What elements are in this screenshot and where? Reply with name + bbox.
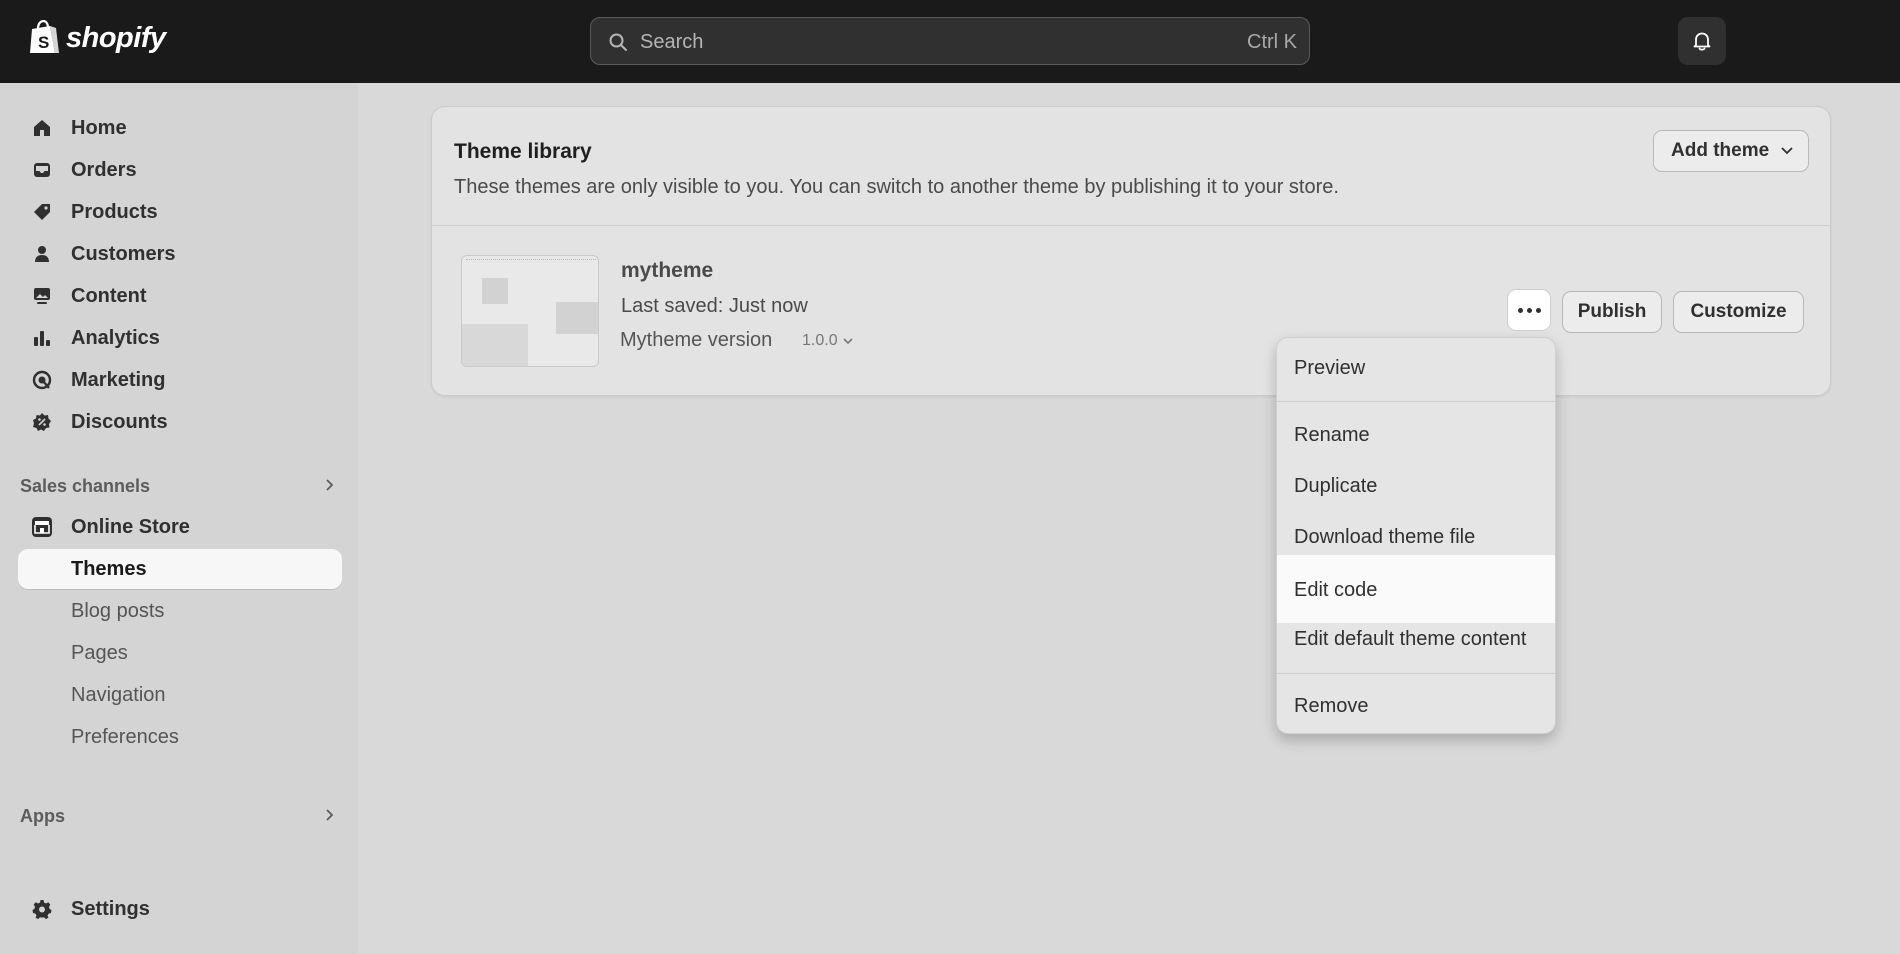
sidebar-item-marketing[interactable]: Marketing (18, 360, 342, 400)
sidebar-item-online-store[interactable]: Online Store (18, 507, 342, 547)
tag-icon (31, 201, 53, 223)
svg-text:S: S (38, 33, 49, 52)
sidebar-item-label: Blog posts (71, 600, 165, 622)
bar-chart-icon (31, 327, 53, 349)
sidebar-item-label: Marketing (71, 369, 166, 391)
theme-version-label: Mytheme version (620, 329, 773, 351)
menu-item-edit-default-theme-content[interactable]: Edit default theme content (1277, 614, 1555, 664)
theme-thumbnail[interactable] (461, 255, 599, 367)
search-shortcut: Ctrl K (1247, 31, 1297, 53)
logo-text: shopify (66, 21, 166, 54)
apps-heading[interactable]: Apps (20, 802, 334, 830)
sidebar-item-label: Discounts (71, 411, 168, 433)
add-theme-label: Add theme (1671, 140, 1770, 161)
sidebar-item-label: Preferences (71, 726, 179, 748)
more-actions-button[interactable] (1507, 289, 1551, 331)
sidebar-item-products[interactable]: Products (18, 192, 342, 232)
notifications-button[interactable] (1678, 17, 1726, 65)
person-icon (31, 243, 53, 265)
menu-item-edit-code[interactable]: Edit code (1277, 555, 1555, 623)
sidebar-item-customers[interactable]: Customers (18, 234, 342, 274)
theme-library-card: Theme library These themes are only visi… (431, 106, 1831, 396)
sidebar-item-analytics[interactable]: Analytics (18, 318, 342, 358)
sidebar-item-content[interactable]: Content (18, 276, 342, 316)
sidebar-item-label: Orders (71, 159, 137, 181)
theme-last-saved: Last saved: Just now (621, 295, 808, 317)
ellipsis-icon (1517, 307, 1523, 313)
sidebar-item-blog-posts[interactable]: Blog posts (18, 591, 342, 631)
theme-version-value: 1.0.0 (802, 332, 838, 349)
shopify-logo[interactable]: S shopify (28, 20, 166, 56)
sidebar-item-themes[interactable]: Themes (18, 549, 342, 589)
theme-library-description: These themes are only visible to you. Yo… (454, 176, 1339, 198)
sidebar-item-discounts[interactable]: Discounts (18, 402, 342, 442)
sidebar-item-label: Online Store (71, 516, 190, 538)
sidebar-item-label: Analytics (71, 327, 160, 349)
sidebar-item-navigation[interactable]: Navigation (18, 675, 342, 715)
sidebar-item-label: Settings (71, 898, 150, 920)
sidebar-item-label: Pages (71, 642, 128, 664)
sidebar-item-label: Themes (71, 558, 147, 580)
sidebar-item-pages[interactable]: Pages (18, 633, 342, 673)
publish-button[interactable]: Publish (1562, 291, 1662, 333)
menu-divider (1277, 673, 1555, 674)
sidebar-item-preferences[interactable]: Preferences (18, 717, 342, 757)
chevron-right-icon (326, 809, 334, 821)
home-icon (31, 117, 53, 139)
sidebar-item-settings[interactable]: Settings (18, 889, 342, 929)
shopify-bag-icon: S (30, 20, 59, 53)
inbox-icon (31, 159, 53, 181)
image-icon (31, 285, 53, 307)
sidebar-item-label: Products (71, 201, 158, 223)
sidebar: Home Orders Products Customers Content A… (0, 83, 358, 954)
menu-item-duplicate[interactable]: Duplicate (1277, 461, 1555, 511)
theme-name: mytheme (621, 259, 714, 282)
menu-item-remove[interactable]: Remove (1277, 681, 1555, 731)
bell-icon (1693, 32, 1711, 51)
sidebar-item-home[interactable]: Home (18, 108, 342, 148)
store-icon (31, 516, 53, 538)
sidebar-item-orders[interactable]: Orders (18, 150, 342, 190)
card-divider (432, 225, 1830, 226)
sidebar-item-label: Navigation (71, 684, 166, 706)
theme-version-selector[interactable]: 1.0.0 (802, 332, 854, 350)
sidebar-item-label: Content (71, 285, 147, 307)
search-placeholder: Search (640, 31, 704, 53)
discount-icon (31, 411, 53, 433)
search-bar[interactable]: Search Ctrl K (590, 17, 1310, 65)
top-bar: S shopify Search Ctrl K (0, 0, 1900, 83)
theme-actions-menu: Preview Rename Duplicate Download theme … (1276, 337, 1556, 734)
menu-item-preview[interactable]: Preview (1277, 343, 1555, 393)
sales-channels-heading[interactable]: Sales channels (20, 472, 334, 500)
customize-button[interactable]: Customize (1673, 291, 1804, 333)
sidebar-item-label: Customers (71, 243, 176, 265)
sidebar-item-label: Home (71, 117, 127, 139)
chevron-down-icon (843, 337, 853, 344)
menu-item-rename[interactable]: Rename (1277, 410, 1555, 460)
theme-library-title: Theme library (454, 140, 592, 163)
target-icon (31, 369, 53, 391)
chevron-down-icon (1781, 147, 1793, 155)
add-theme-button[interactable]: Add theme (1653, 130, 1809, 172)
chevron-right-icon (326, 479, 334, 491)
menu-divider (1277, 401, 1555, 402)
gear-icon (31, 898, 53, 920)
search-icon (609, 33, 627, 51)
